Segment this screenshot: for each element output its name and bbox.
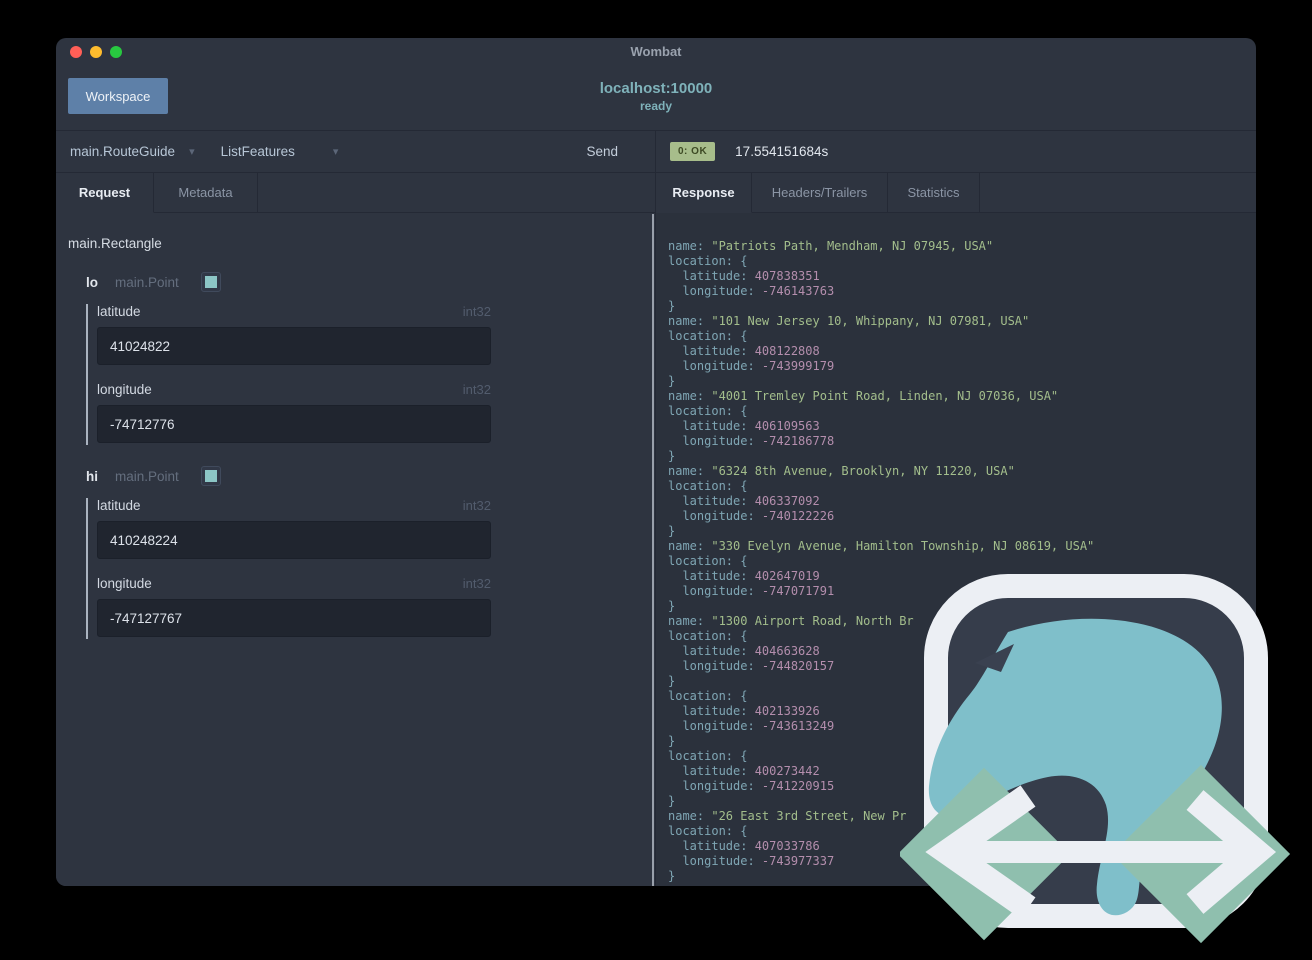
toolbar: main.RouteGuide ▾ ListFeatures ▾ Send 0:…	[56, 131, 1256, 173]
hi-longitude-input[interactable]	[97, 599, 491, 637]
server-state: ready	[639, 99, 673, 113]
desktop-background: Wombat Workspace localhost:10000 ready m…	[0, 0, 1312, 960]
tab-response[interactable]: Response	[656, 173, 752, 213]
field-type: main.Point	[115, 468, 179, 484]
field-label: longitude	[97, 382, 152, 397]
response-tabbar: Response Headers/Trailers Statistics	[656, 173, 1256, 213]
method-select[interactable]: ListFeatures	[221, 144, 295, 159]
request-panel: main.Rectangle lo main.Point latitude in…	[56, 213, 652, 886]
status-badge: 0: OK	[670, 142, 716, 161]
tab-headers-trailers[interactable]: Headers/Trailers	[752, 173, 888, 213]
wombat-logo	[900, 574, 1291, 944]
arrow-shaft	[952, 841, 1254, 863]
tab-statistics[interactable]: Statistics	[888, 173, 980, 213]
field-scalar-type: int32	[462, 576, 491, 591]
message-type-label: main.Rectangle	[68, 236, 162, 251]
send-button[interactable]: Send	[580, 143, 624, 160]
field-label: longitude	[97, 576, 152, 591]
hi-enabled-checkbox[interactable]	[200, 466, 221, 486]
lo-longitude-input[interactable]	[97, 405, 491, 443]
hi-latitude-input[interactable]	[97, 521, 491, 559]
server-address: localhost:10000	[599, 80, 713, 97]
chevron-down-icon[interactable]: ▾	[333, 145, 339, 158]
duration-text: 17.554151684s	[735, 144, 829, 159]
request-tabbar: Request Metadata	[56, 173, 655, 213]
toolbar-right: 0: OK 17.554151684s	[656, 131, 1256, 172]
server-info: localhost:10000 ready	[56, 80, 1256, 113]
field-group-header-lo: lo main.Point	[86, 272, 652, 292]
field-name: lo	[86, 274, 98, 290]
field-name: hi	[86, 468, 98, 484]
field-label: latitude	[97, 304, 141, 319]
window-title: Wombat	[630, 44, 682, 59]
service-select[interactable]: main.RouteGuide	[70, 144, 175, 159]
chevron-down-icon[interactable]: ▾	[189, 145, 195, 158]
tab-request[interactable]: Request	[56, 173, 154, 213]
field-scalar-type: int32	[462, 382, 491, 397]
field-label: latitude	[97, 498, 141, 513]
toolbar-left: main.RouteGuide ▾ ListFeatures ▾ Send	[56, 131, 656, 172]
field-group-hi: latitude int32 longitude int32	[86, 498, 491, 639]
lo-enabled-checkbox[interactable]	[200, 272, 221, 292]
lo-latitude-input[interactable]	[97, 327, 491, 365]
field-scalar-type: int32	[462, 304, 491, 319]
field-group-header-hi: hi main.Point	[86, 466, 652, 486]
field-group-lo: latitude int32 longitude int32	[86, 304, 491, 445]
panel-splitter-handle[interactable]	[652, 214, 654, 886]
tab-metadata[interactable]: Metadata	[154, 173, 258, 213]
field-scalar-type: int32	[462, 498, 491, 513]
field-type: main.Point	[115, 274, 179, 290]
titlebar: Wombat Workspace localhost:10000 ready	[56, 38, 1256, 131]
